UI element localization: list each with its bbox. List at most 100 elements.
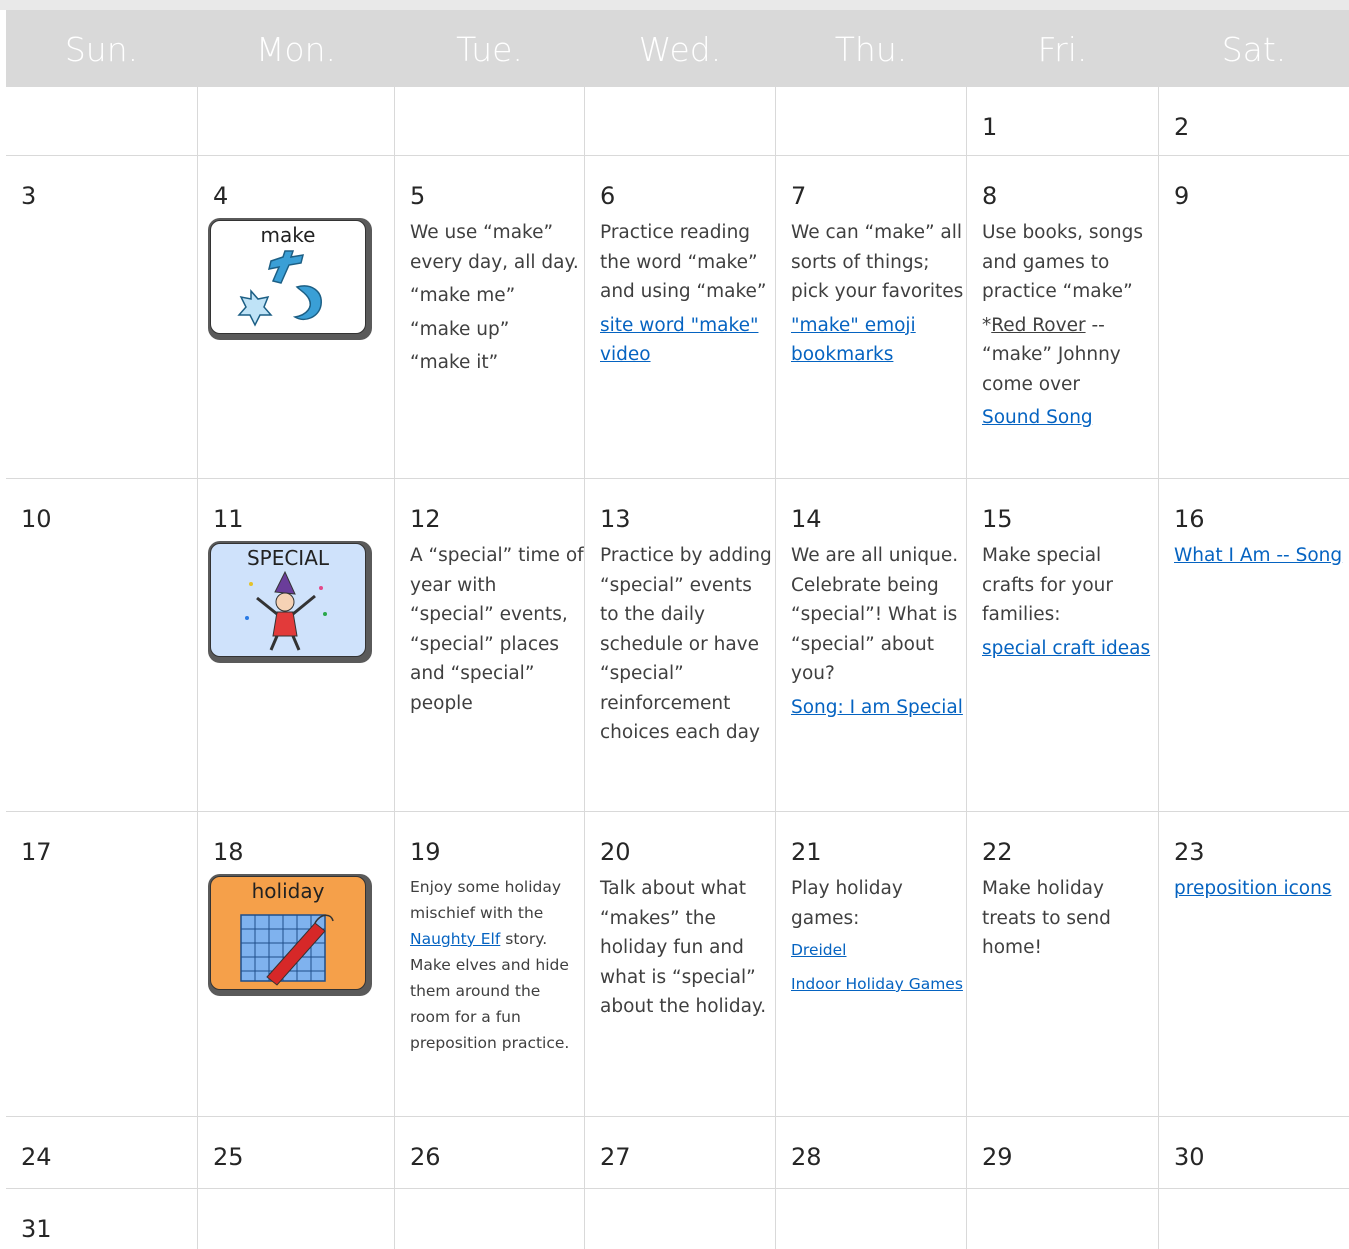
day-number: 22 [982, 838, 1013, 866]
note-text: Talk about what “makes” the holiday fun … [600, 878, 767, 1017]
day-cell-empty [395, 1189, 584, 1249]
day-cell-empty [776, 1189, 966, 1249]
naughty-elf-link[interactable]: Naughty Elf [410, 930, 500, 948]
day-number: 14 [791, 505, 822, 533]
day-cell-empty [198, 1189, 394, 1249]
top-strip [0, 0, 1349, 10]
note-line: We use “make” every day, all day. [410, 222, 579, 273]
day-cell-9: 9 [1159, 156, 1349, 478]
day-cell-24: 24 [6, 1117, 197, 1188]
note-line: “make up” [410, 318, 510, 340]
make-symbol-icon: make [208, 218, 372, 340]
day-number: 1 [982, 113, 998, 141]
day-cell-20: 20 Talk about what “makes” the holiday f… [585, 812, 775, 1116]
day-cell-31: 31 [6, 1189, 197, 1249]
calendar: Sun. Mon. Tue. Wed. Thu. Fri. Sat. 1 2 3… [6, 10, 1349, 1249]
day-number: 18 [213, 838, 244, 866]
day-cell-7: 7 We can “make” all sorts of things; pic… [776, 156, 966, 478]
day-cell-30: 30 [1159, 1117, 1349, 1188]
weekday-header: Sun. Mon. Tue. Wed. Thu. Fri. Sat. [6, 10, 1349, 86]
note-text: story. Make elves and hide them around t… [410, 930, 570, 1052]
day-number: 3 [21, 182, 37, 210]
day-number: 28 [791, 1143, 822, 1171]
note-text: Play holiday games: [791, 878, 903, 929]
note-text: Make special crafts for your families: [982, 545, 1113, 625]
day-number: 17 [21, 838, 52, 866]
day-cell-5: 5 We use “make” every day, all day. “mak… [395, 156, 584, 478]
day-cell-2: 2 [1159, 87, 1349, 155]
day-cell-empty [198, 87, 394, 155]
day-cell-empty [1159, 1189, 1349, 1249]
day-cell-empty [776, 87, 966, 155]
weekday-wed: Wed. [638, 30, 722, 69]
day-note: We use “make” every day, all day. “make … [410, 218, 584, 378]
day-cell-19: 19 Enjoy some holiday mischief with the … [395, 812, 584, 1116]
day-number: 30 [1174, 1143, 1205, 1171]
dreidel-link[interactable]: Dreidel [791, 941, 847, 959]
day-number: 11 [213, 505, 244, 533]
day-cell-3: 3 [6, 156, 197, 478]
day-cell-21: 21 Play holiday games: Dreidel Indoor Ho… [776, 812, 966, 1116]
day-number: 6 [600, 182, 616, 210]
day-note: Talk about what “makes” the holiday fun … [600, 874, 775, 1022]
day-cell-16: 16 What I Am -- Song [1159, 479, 1349, 811]
day-number: 24 [21, 1143, 52, 1171]
note-star: * [982, 314, 992, 336]
day-cell-17: 17 [6, 812, 197, 1116]
day-number: 21 [791, 838, 822, 866]
weekday-tue: Tue. [456, 30, 523, 69]
day-cell-25: 25 [198, 1117, 394, 1188]
day-cell-26: 26 [395, 1117, 584, 1188]
special-craft-ideas-link[interactable]: special craft ideas [982, 638, 1150, 659]
day-number: 5 [410, 182, 426, 210]
day-cell-13: 13 Practice by adding “special” events t… [585, 479, 775, 811]
day-number: 31 [21, 1215, 52, 1243]
day-cell-29: 29 [967, 1117, 1158, 1188]
day-cell-18: 18 holiday [198, 812, 394, 1116]
day-number: 7 [791, 182, 807, 210]
site-word-make-video-link[interactable]: site word "make" video [600, 315, 758, 366]
note-text: A “special” time of year with “special” … [410, 545, 584, 714]
note-text: We are all unique. Celebrate being “spec… [791, 545, 959, 684]
day-note: Practice by adding “special” events to t… [600, 541, 775, 748]
day-note: preposition icons [1174, 874, 1349, 904]
day-number: 12 [410, 505, 441, 533]
day-cell-12: 12 A “special” time of year with “specia… [395, 479, 584, 811]
day-cell-empty [967, 1189, 1158, 1249]
day-note: Use books, songs and games to practice “… [982, 218, 1158, 433]
weekday-thu: Thu. [834, 30, 908, 69]
day-number: 15 [982, 505, 1013, 533]
preposition-icons-link[interactable]: preposition icons [1174, 878, 1331, 899]
note-line: “make it” [410, 352, 499, 373]
day-note: Enjoy some holiday mischief with the Nau… [410, 874, 584, 1056]
day-cell-8: 8 Use books, songs and games to practice… [967, 156, 1158, 478]
note-text: Enjoy some holiday mischief with the [410, 878, 562, 922]
day-number: 29 [982, 1143, 1013, 1171]
song-i-am-special-link[interactable]: Song: I am Special [791, 697, 963, 718]
day-number: 27 [600, 1143, 631, 1171]
note-text: Practice by adding “special” events to t… [600, 545, 772, 743]
special-symbol-icon: SPECIAL [208, 541, 372, 663]
make-emoji-bookmarks-link[interactable]: "make" emoji bookmarks [791, 315, 916, 366]
day-note: Make special crafts for your families: s… [982, 541, 1158, 663]
holiday-symbol-icon: holiday [208, 874, 372, 996]
weekday-sat: Sat. [1221, 30, 1287, 69]
day-note: Practice reading the word “make” and usi… [600, 218, 775, 370]
sound-song-link[interactable]: Sound Song [982, 407, 1093, 428]
what-i-am-song-link[interactable]: What I Am -- Song [1174, 545, 1342, 566]
note-line: “make me” [410, 285, 516, 306]
weekday-mon: Mon. [255, 30, 337, 69]
day-cell-empty [395, 87, 584, 155]
day-note: We are all unique. Celebrate being “spec… [791, 541, 966, 722]
day-cell-11: 11 SPECIAL [198, 479, 394, 811]
indoor-holiday-games-link[interactable]: Indoor Holiday Games [791, 975, 963, 993]
note-text: Make holiday treats to send home! [982, 878, 1111, 958]
day-cell-1: 1 [967, 87, 1158, 155]
weekday-fri: Fri. [1037, 30, 1088, 69]
day-number: 23 [1174, 838, 1205, 866]
day-cell-15: 15 Make special crafts for your families… [967, 479, 1158, 811]
day-note: A “special” time of year with “special” … [410, 541, 584, 718]
day-cell-27: 27 [585, 1117, 775, 1188]
day-cell-23: 23 preposition icons [1159, 812, 1349, 1116]
note-text: We can “make” all sorts of things; pick … [791, 222, 964, 302]
